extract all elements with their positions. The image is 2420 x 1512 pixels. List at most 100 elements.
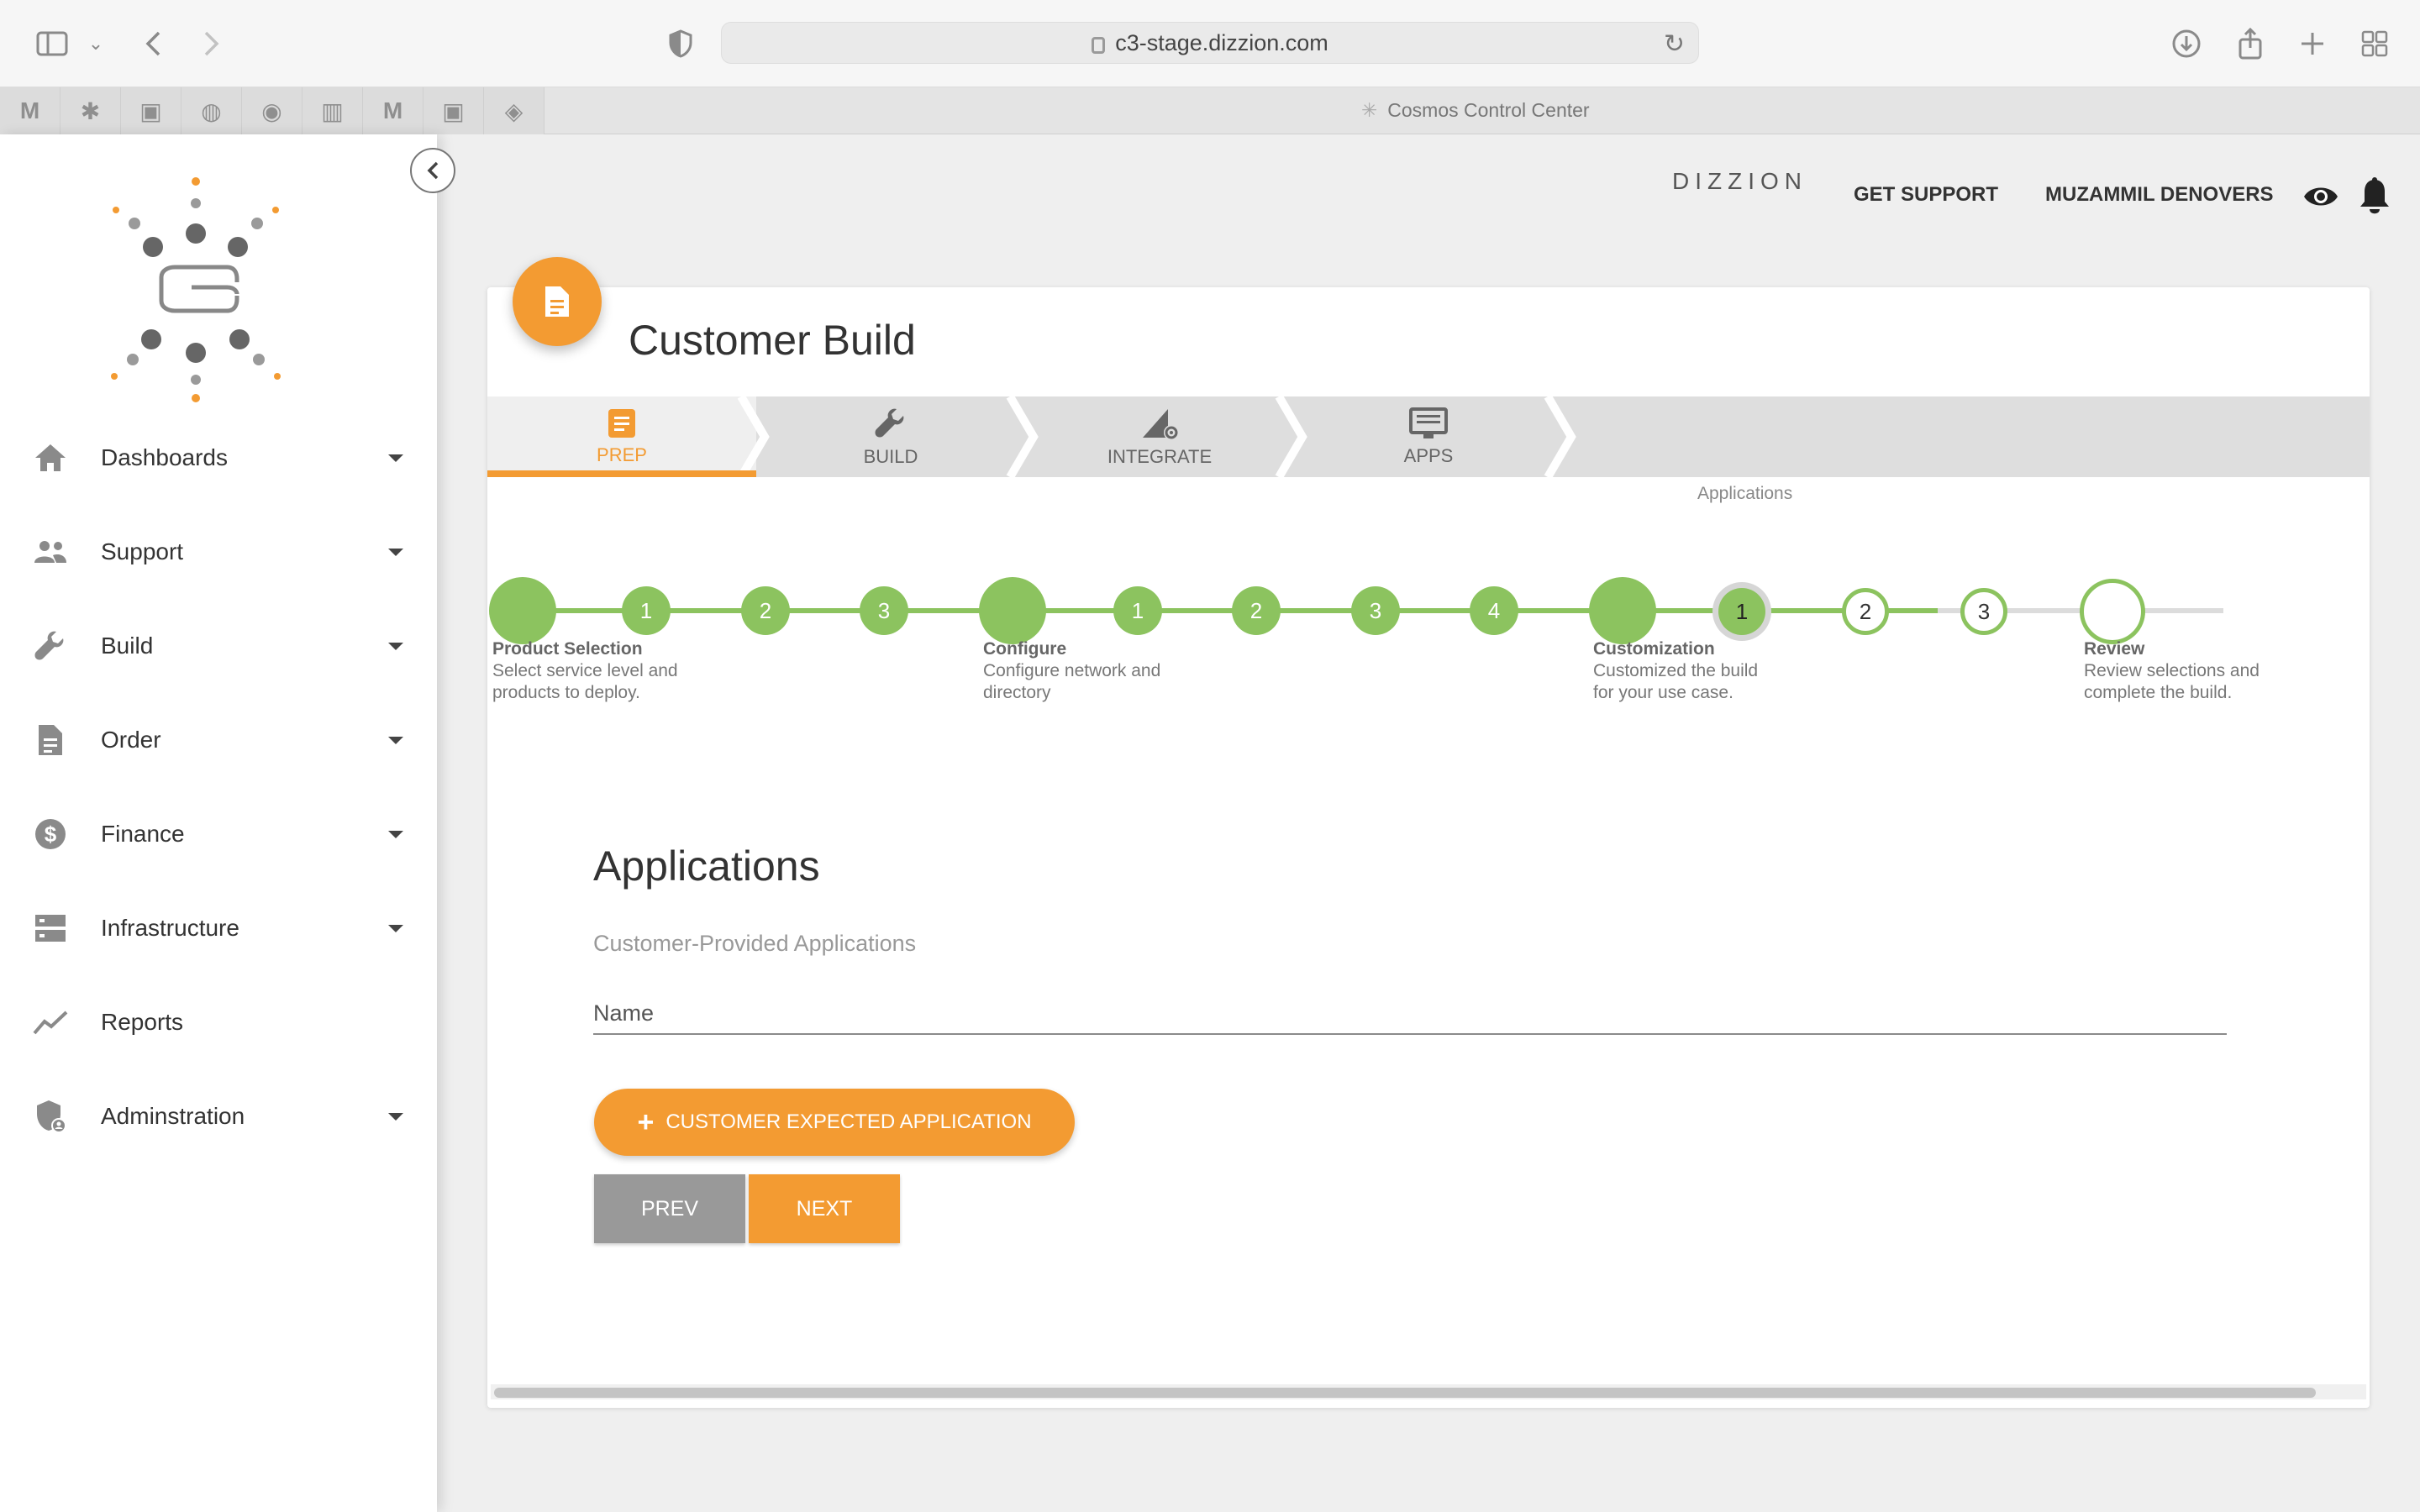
sidebar-item-support[interactable]: Support [0,518,437,585]
tab-label: BUILD [863,446,918,467]
people-icon [30,532,71,572]
trello-favicon-icon[interactable]: ▥ [302,87,363,134]
section-title: Applications [593,843,820,890]
reload-icon[interactable]: ↻ [1664,29,1685,59]
step-dot[interactable]: 2 [1842,588,1889,635]
tab-build[interactable]: BUILD [790,396,992,477]
application-name-input[interactable] [593,993,2227,1035]
bell-icon[interactable] [2358,176,2391,215]
tab-label: APPS [1403,445,1454,466]
integrate-icon [1143,409,1179,440]
step-dot[interactable]: 3 [1351,586,1400,635]
tab-label: INTEGRATE [1107,446,1213,467]
caret-down-icon [388,830,403,838]
caret-down-icon [388,642,403,650]
step-customization[interactable] [1589,577,1656,644]
discord-favicon-icon[interactable]: ◉ [242,87,302,134]
caret-down-icon [388,548,403,556]
tab-integrate[interactable]: INTEGRATE [1059,396,1260,477]
next-button[interactable]: NEXT [749,1174,900,1243]
step-dot-current[interactable]: 1 [1718,588,1765,635]
chevron-down-icon[interactable]: ⌄ [77,25,114,62]
linear-favicon-icon[interactable]: ◍ [182,87,242,134]
customer-build-badge [513,257,602,346]
sidebar-item-build[interactable]: Build [0,612,437,680]
toolbox-favicon-icon[interactable]: ▣ [121,87,182,134]
sidebar-item-label: Finance [101,821,185,847]
horizontal-scrollbar-thumb[interactable] [494,1388,2316,1398]
privacy-shield-icon[interactable] [662,25,699,62]
sidebar-item-label: Adminstration [101,1103,245,1129]
step-product-selection[interactable] [489,577,556,644]
step-dot[interactable]: 1 [622,586,671,635]
tab-label: PREP [597,444,647,465]
chevron-left-icon [427,161,439,180]
chart-line-icon [30,1002,71,1042]
wrench-icon [30,626,71,666]
sidebar-item-label: Build [101,633,154,659]
gmail-favicon-icon[interactable]: M [0,87,60,134]
sidebar-item-label: Reports [101,1009,184,1035]
step-dot[interactable]: 2 [1232,586,1281,635]
browser-toolbar: ⌄ c3-stage.dizzion.com ↻ [0,0,2420,87]
share-icon[interactable] [2232,25,2269,62]
sidebar-item-order[interactable]: Order [0,706,437,774]
tab-title-text: Cosmos Control Center [1387,99,1590,121]
toolbox-favicon-icon-2[interactable]: ▣ [424,87,484,134]
jira-favicon-icon[interactable]: ◈ [484,87,544,134]
step-caption-configure: Configure Configure network and director… [983,639,1161,702]
address-bar[interactable]: c3-stage.dizzion.com ↻ [721,22,1699,64]
document-icon [545,286,569,317]
brand-text: DIZZION [1672,168,1807,194]
tab-apps[interactable]: APPS [1328,396,1529,477]
sidebar-item-finance[interactable]: $ Finance [0,801,437,868]
sidebar: Dashboards Support Build Order $ Finance [0,134,437,1512]
section-subtitle: Customer-Provided Applications [593,931,917,956]
step-caption-review: Review Review selections and complete th… [2084,639,2260,702]
slack-favicon-icon[interactable]: ✱ [60,87,121,134]
step-dot[interactable]: 1 [1113,586,1162,635]
sidebar-item-infrastructure[interactable]: Infrastructure [0,895,437,962]
step-configure[interactable] [979,577,1046,644]
step-dot[interactable]: 3 [860,586,908,635]
collapse-sidebar-button[interactable] [410,148,455,193]
step-caption-product-selection: Product Selection Select service level a… [492,639,678,702]
sidebar-item-reports[interactable]: Reports [0,989,437,1056]
step-dot[interactable]: 2 [741,586,790,635]
url-text: c3-stage.dizzion.com [1115,29,1328,55]
sidebar-toggle-icon[interactable] [34,25,71,62]
download-icon[interactable] [2168,25,2205,62]
caret-down-icon [388,1112,403,1121]
sidebar-item-label: Order [101,727,161,753]
cosmos-favicon-icon: ✳ [1361,99,1378,121]
monitor-icon [1409,407,1448,438]
dizzion-logo: DIZZION [1672,168,1807,195]
caret-down-icon [388,454,403,462]
wrench-icon [875,408,904,438]
new-tab-icon[interactable] [2294,25,2331,62]
gmail-favicon-icon-2[interactable]: M [363,87,424,134]
eye-icon[interactable] [2302,180,2339,213]
tab-overview-icon[interactable] [2356,25,2393,62]
list-doc-icon [608,409,635,438]
forward-icon[interactable] [193,25,230,62]
tab-prep[interactable]: PREP [521,396,723,477]
sidebar-item-dashboards[interactable]: Dashboards [0,424,437,491]
step-caption-customization: Customization Customized the build for y… [1593,639,1759,702]
active-tab[interactable]: ✳ Cosmos Control Center [1361,99,1590,122]
svg-text:$: $ [45,822,57,847]
page-title: Customer Build [629,317,916,364]
step-dot[interactable]: 4 [1470,586,1518,635]
add-button-label: CUSTOMER EXPECTED APPLICATION [666,1110,1032,1133]
home-icon [30,438,71,478]
step-dot[interactable]: 3 [1960,588,2007,635]
user-menu[interactable]: MUZAMMIL DENOVERS [2045,183,2274,207]
tab-strip: M ✱ ▣ ◍ ◉ ▥ M ▣ ◈ ✳ Cosmos Control Cente… [0,87,2420,134]
add-expected-application-button[interactable]: + CUSTOMER EXPECTED APPLICATION [594,1089,1075,1156]
sidebar-item-adminstration[interactable]: Adminstration [0,1083,437,1150]
back-icon[interactable] [134,25,171,62]
server-icon [30,908,71,948]
step-review[interactable] [2080,579,2145,644]
prev-button[interactable]: PREV [594,1174,745,1243]
get-support-link[interactable]: GET SUPPORT [1854,183,1998,207]
